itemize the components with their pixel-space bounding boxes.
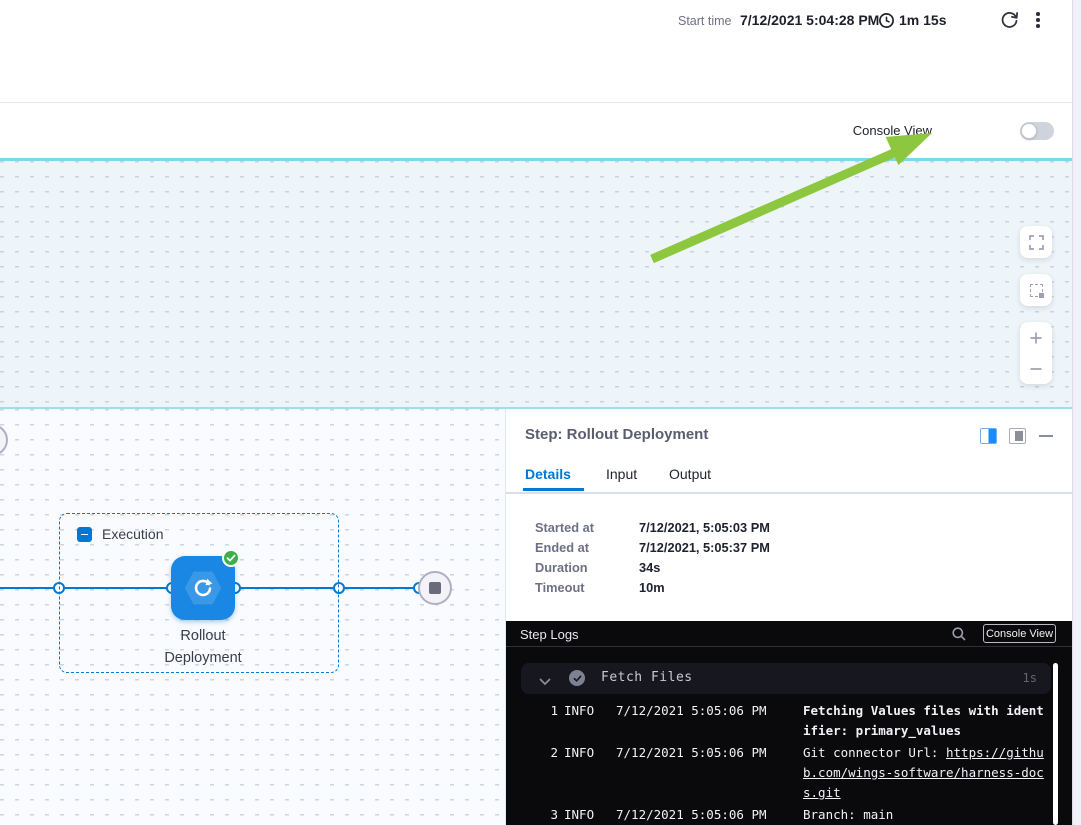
step-logs-bar: Step Logs Console View <box>506 621 1073 647</box>
page-scrollbar-gutter <box>1072 0 1081 825</box>
pipeline-canvas-upper <box>0 161 1081 407</box>
detail-label: Timeout <box>535 580 630 595</box>
start-time-label: Start time <box>678 14 732 28</box>
rollout-redeploy-icon <box>191 576 215 605</box>
fullscreen-button[interactable] <box>1020 226 1052 258</box>
clock-icon <box>878 12 895 34</box>
log-section-duration: 1s <box>1023 671 1037 685</box>
detail-value: 34s <box>639 560 660 575</box>
log-line-number: 2 <box>544 743 558 763</box>
detail-value: 7/12/2021, 5:05:03 PM <box>639 520 770 535</box>
log-line-number: 3 <box>544 805 558 825</box>
zoom-card <box>1020 322 1052 384</box>
panel-view-icon[interactable] <box>1009 428 1026 444</box>
kebab-menu-icon[interactable] <box>1031 10 1045 30</box>
success-badge-icon <box>222 549 240 567</box>
fit-view-icon <box>1030 284 1043 297</box>
split-view-icon[interactable] <box>980 428 997 444</box>
log-message: Git connector Url: https://github.com/wi… <box>803 743 1051 803</box>
console-view-button[interactable]: Console View <box>983 624 1056 643</box>
log-viewer: Fetch Files 1s 1 INFO 7/12/2021 5:05:06 … <box>506 647 1073 825</box>
top-bar: Start time 7/12/2021 5:04:28 PM 1m 15s <box>0 0 1081 103</box>
rollout-deployment-node[interactable] <box>171 556 235 620</box>
start-time-value: 7/12/2021 5:04:28 PM <box>740 12 879 28</box>
step-details-panel: Step: Rollout Deployment Details Input O… <box>505 409 1072 825</box>
log-level: INFO <box>564 743 594 763</box>
detail-value: 7/12/2021, 5:05:37 PM <box>639 540 770 555</box>
zoom-out-button[interactable] <box>1020 353 1052 384</box>
panel-title: Step: Rollout Deployment <box>525 426 708 443</box>
dot-grid <box>0 161 1081 407</box>
log-section-header[interactable]: Fetch Files 1s <box>521 663 1051 694</box>
log-section-name: Fetch Files <box>601 670 693 685</box>
log-level: INFO <box>564 701 594 721</box>
log-timestamp: 7/12/2021 5:05:06 PM <box>616 743 767 763</box>
log-timestamp: 7/12/2021 5:05:06 PM <box>616 805 767 825</box>
fullscreen-icon <box>1029 235 1044 250</box>
stage-toolbar: Console View <box>0 103 1081 158</box>
log-scrollbar[interactable] <box>1053 663 1058 825</box>
check-circle-icon <box>569 670 585 686</box>
log-entries: 1 INFO 7/12/2021 5:05:06 PM Fetching Val… <box>506 701 1061 825</box>
active-tab-underline <box>523 488 584 491</box>
search-icon[interactable] <box>951 626 967 647</box>
log-line: 3 INFO 7/12/2021 5:05:06 PM Branch: main <box>506 805 1061 825</box>
minimize-panel-icon[interactable] <box>1039 435 1053 437</box>
detail-label: Ended at <box>535 540 630 555</box>
log-message-prefix: Git connector Url: <box>803 745 946 760</box>
log-level: INFO <box>564 805 594 825</box>
step-logs-title: Step Logs <box>520 627 579 642</box>
pipeline-canvas-lower: Execution Rollout Deployment <box>0 409 505 825</box>
collapse-group-button[interactable] <box>77 527 92 542</box>
detail-value: 10m <box>639 580 665 595</box>
detail-label: Started at <box>535 520 630 535</box>
console-view-label: Console View <box>853 123 932 138</box>
tab-divider <box>506 492 1073 494</box>
collapse-icon <box>81 534 88 536</box>
tab-input[interactable]: Input <box>606 466 637 482</box>
zoom-in-button[interactable] <box>1020 322 1052 353</box>
log-line-number: 1 <box>544 701 558 721</box>
elapsed-time: 1m 15s <box>899 12 946 28</box>
fit-view-button[interactable] <box>1020 274 1052 306</box>
tab-details[interactable]: Details <box>525 466 571 482</box>
execution-group-label: Execution <box>102 526 163 542</box>
zoom-in-icon <box>1029 331 1043 345</box>
log-timestamp: 7/12/2021 5:05:06 PM <box>616 701 767 721</box>
node-label: Rollout Deployment <box>123 625 283 669</box>
zoom-out-icon <box>1029 362 1043 376</box>
toggle-knob <box>1021 123 1037 139</box>
log-message: Fetching Values files with identifier: p… <box>803 701 1051 741</box>
console-view-toggle[interactable] <box>1020 122 1054 140</box>
chevron-down-icon[interactable] <box>539 673 551 691</box>
end-node[interactable] <box>419 572 451 604</box>
pipeline-execution-page: Start time 7/12/2021 5:04:28 PM 1m 15s C… <box>0 0 1081 825</box>
log-line: 2 INFO 7/12/2021 5:05:06 PM Git connecto… <box>506 743 1061 803</box>
refresh-icon[interactable] <box>999 9 1020 35</box>
log-line: 1 INFO 7/12/2021 5:05:06 PM Fetching Val… <box>506 701 1061 741</box>
offscreen-node <box>0 425 7 455</box>
log-message: Branch: main <box>803 805 1051 825</box>
detail-label: Duration <box>535 560 630 575</box>
tab-output[interactable]: Output <box>669 466 711 482</box>
